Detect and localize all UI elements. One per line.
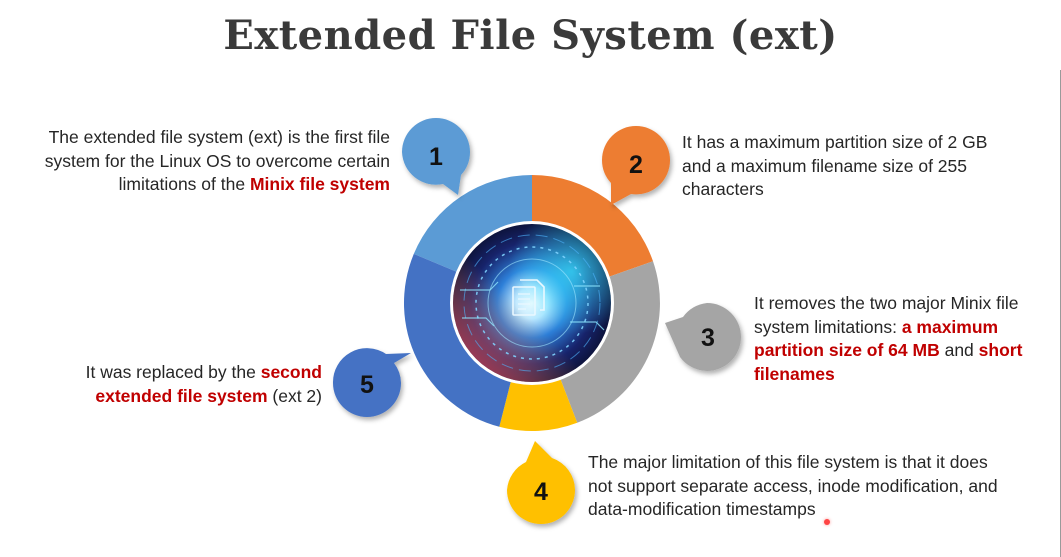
description-1: The extended file system (ext) is the fi… xyxy=(20,126,390,197)
description-2-text: It has a maximum partition size of 2 GB … xyxy=(682,132,988,199)
bubble-number-3: 3 xyxy=(701,324,715,352)
description-4: The major limitation of this file system… xyxy=(588,451,1008,522)
description-3-text-middle: and xyxy=(939,340,979,360)
description-3: It removes the two major Minix file syst… xyxy=(754,292,1054,386)
bubble-number-1: 1 xyxy=(429,143,443,171)
description-1-highlight: Minix file system xyxy=(249,174,390,194)
description-4-text: The major limitation of this file system… xyxy=(588,452,998,519)
cursor-dot xyxy=(824,519,830,525)
description-5: It was replaced by the second extended f… xyxy=(40,361,322,408)
description-5-text-after: (ext 2) xyxy=(267,385,322,406)
bubble-number-5: 5 xyxy=(360,371,374,399)
description-2: It has a maximum partition size of 2 GB … xyxy=(682,131,1002,202)
bubble-number-2: 2 xyxy=(629,151,643,179)
bubble-number-4: 4 xyxy=(534,478,548,506)
description-5-text: It was replaced by the xyxy=(85,362,261,382)
